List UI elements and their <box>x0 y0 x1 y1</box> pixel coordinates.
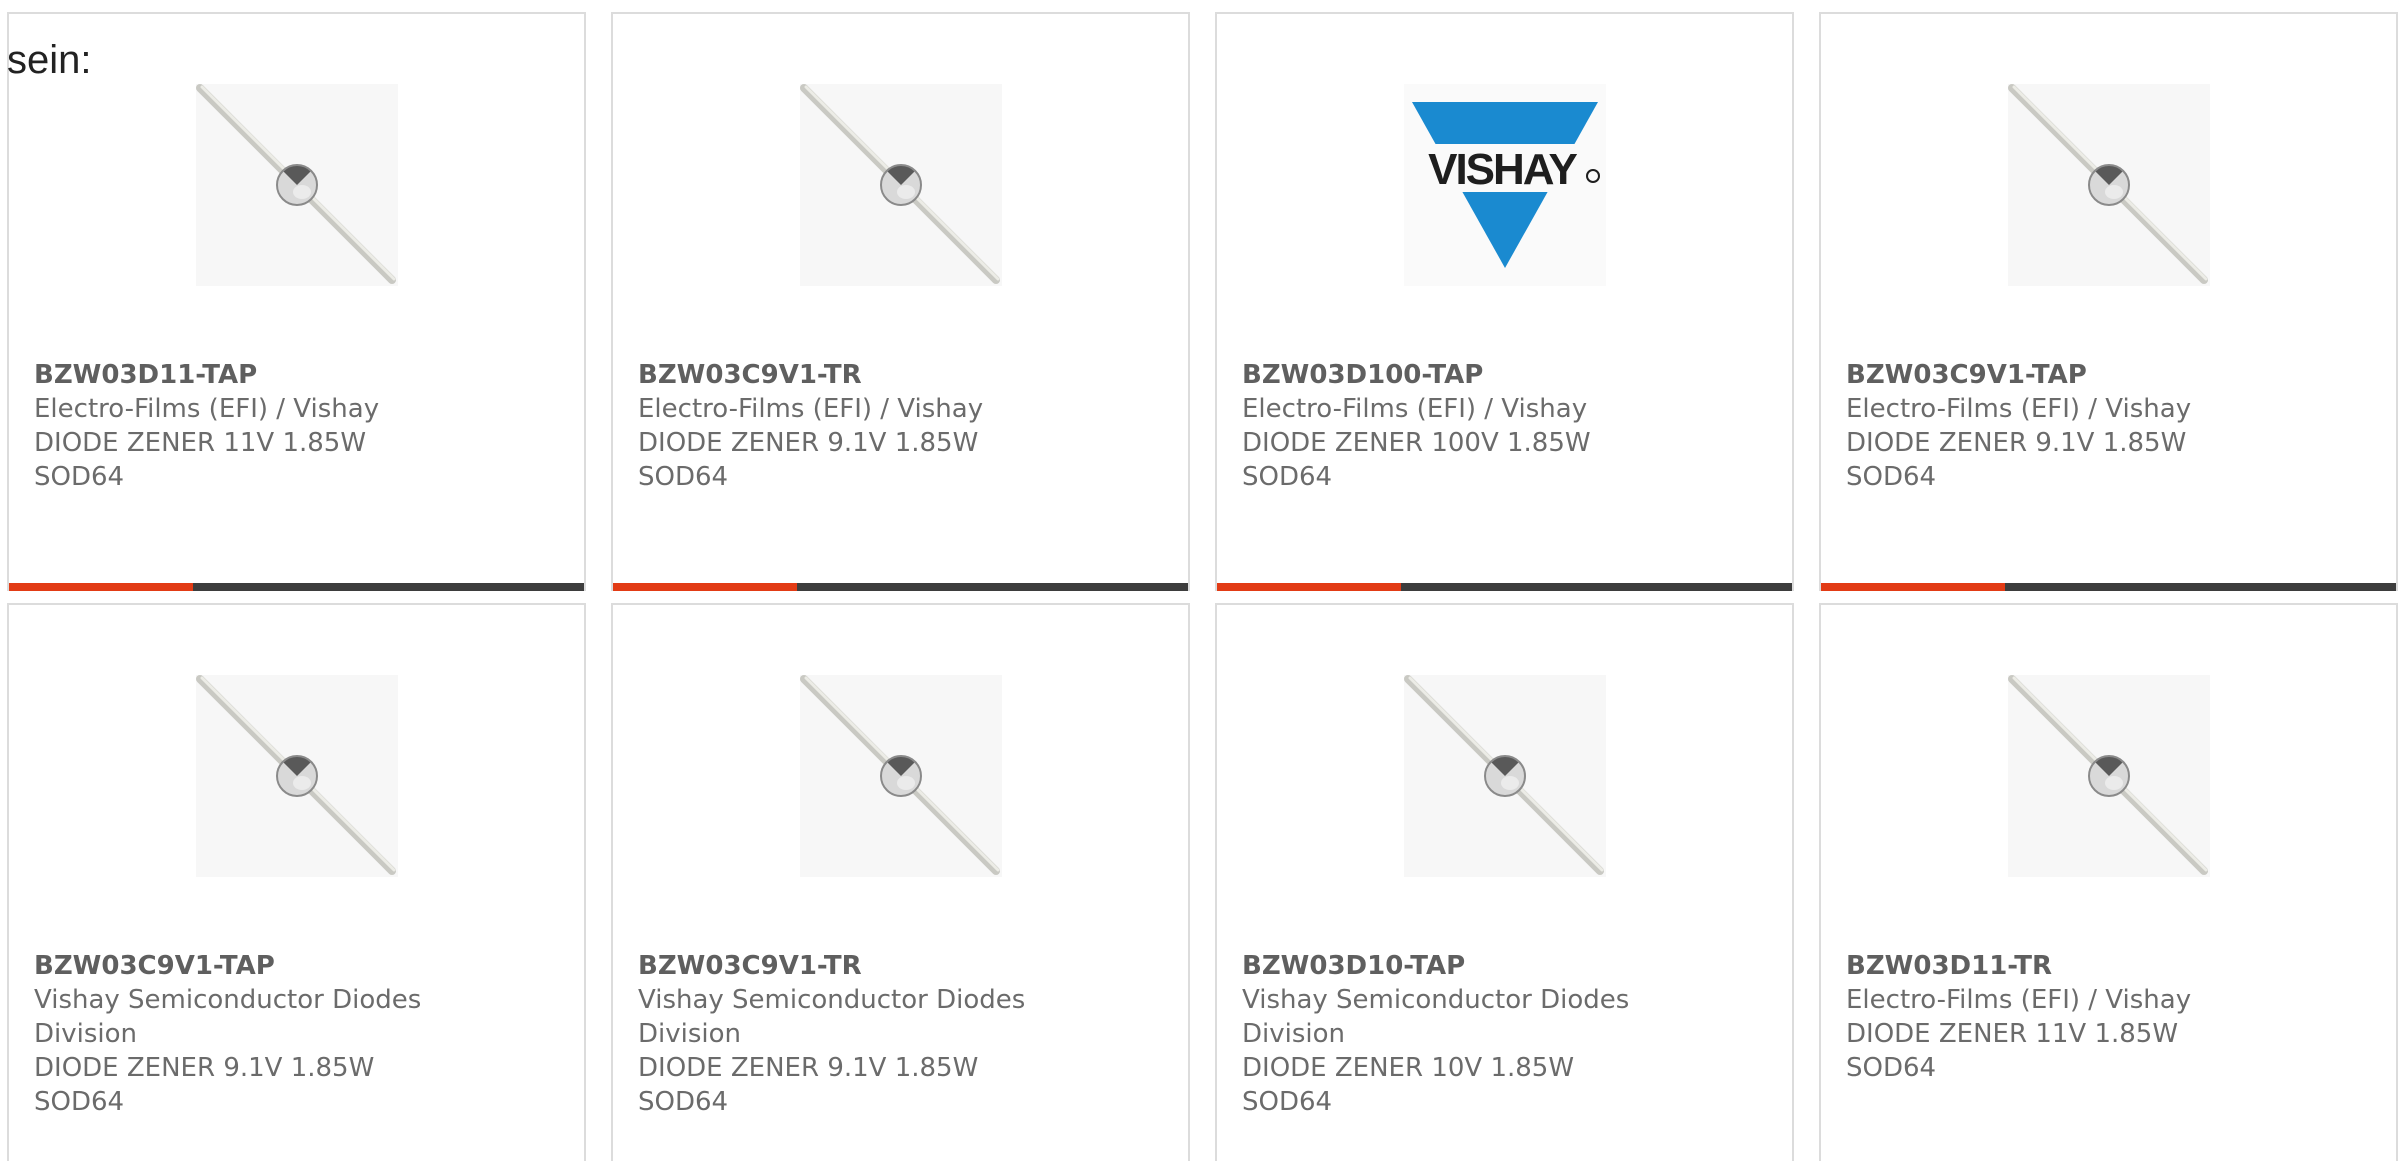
product-description: DIODE ZENER 9.1V 1.85W SOD64 <box>1846 428 2187 492</box>
diode-image[interactable] <box>800 84 1002 286</box>
product-description: DIODE ZENER 11V 1.85W SOD64 <box>34 428 367 492</box>
manufacturer: Vishay Semiconductor Diodes Division <box>34 985 422 1049</box>
diode-image[interactable] <box>800 675 1002 877</box>
product-card[interactable]: BZW03D10-TAP Vishay Semiconductor Diodes … <box>1215 603 1794 1161</box>
product-card[interactable]: BZW03C9V1-TAP Vishay Semiconductor Diodes… <box>7 603 586 1161</box>
diode-icon <box>2008 675 2208 875</box>
part-number[interactable]: BZW03D11-TAP <box>34 358 434 392</box>
manufacturer: Vishay Semiconductor Diodes Division <box>638 985 1026 1049</box>
part-number[interactable]: BZW03C9V1-TR <box>638 949 1038 983</box>
manufacturer: Vishay Semiconductor Diodes Division <box>1242 985 1630 1049</box>
diode-image[interactable] <box>2008 84 2210 286</box>
product-info: BZW03C9V1-TR Electro-Films (EFI) / Vishay… <box>638 358 1038 494</box>
manufacturer: Electro-Films (EFI) / Vishay <box>34 394 380 424</box>
vishay-logo-icon: VISHAY <box>1404 102 1606 268</box>
progress-bar-fill <box>1217 583 1401 591</box>
part-number[interactable]: BZW03D11-TR <box>1846 949 2246 983</box>
manufacturer: Electro-Films (EFI) / Vishay <box>1242 394 1588 424</box>
diode-icon <box>196 675 396 875</box>
manufacturer: Electro-Films (EFI) / Vishay <box>1846 394 2192 424</box>
progress-bar <box>1821 583 2396 591</box>
product-info: BZW03C9V1-TAP Electro-Films (EFI) / Visha… <box>1846 358 2246 494</box>
product-card[interactable]: BZW03D11-TR Electro-Films (EFI) / Vishay D… <box>1819 603 2398 1161</box>
diode-image[interactable] <box>196 675 398 877</box>
product-info: BZW03D11-TR Electro-Films (EFI) / Vishay D… <box>1846 949 2246 1085</box>
progress-bar <box>1217 583 1792 591</box>
part-number[interactable]: BZW03C9V1-TR <box>638 358 1038 392</box>
product-description: DIODE ZENER 100V 1.85W SOD64 <box>1242 428 1591 492</box>
progress-bar-fill <box>613 583 797 591</box>
product-description: DIODE ZENER 9.1V 1.85W SOD64 <box>638 428 979 492</box>
manufacturer: Electro-Films (EFI) / Vishay <box>638 394 984 424</box>
diode-image[interactable] <box>2008 675 2210 877</box>
product-card[interactable]: BZW03C9V1-TR Vishay Semiconductor Diodes … <box>611 603 1190 1161</box>
product-description: DIODE ZENER 9.1V 1.85W SOD64 <box>638 1053 979 1117</box>
svg-text:VISHAY: VISHAY <box>1428 145 1577 194</box>
vishay-logo-image[interactable]: VISHAY <box>1404 84 1606 286</box>
intro-text: sein: <box>7 38 92 82</box>
progress-bar <box>9 583 584 591</box>
product-info: BZW03C9V1-TR Vishay Semiconductor Diodes … <box>638 949 1038 1119</box>
part-number[interactable]: BZW03C9V1-TAP <box>34 949 434 983</box>
product-card[interactable]: BZW03D11-TAP Electro-Films (EFI) / Vishay… <box>7 12 586 591</box>
product-info: BZW03D10-TAP Vishay Semiconductor Diodes … <box>1242 949 1642 1119</box>
diode-icon <box>1404 675 1604 875</box>
page: sein: BZW03D11-TAP Electro-Films (EFI) / … <box>0 0 2400 1161</box>
product-grid: BZW03D11-TAP Electro-Films (EFI) / Vishay… <box>7 12 2398 1161</box>
part-number[interactable]: BZW03C9V1-TAP <box>1846 358 2246 392</box>
product-description: DIODE ZENER 9.1V 1.85W SOD64 <box>34 1053 375 1117</box>
product-card[interactable]: VISHAY BZW03D100-TAP Electro-Films (EFI) … <box>1215 12 1794 591</box>
diode-icon <box>2008 84 2208 284</box>
diode-image[interactable] <box>1404 675 1606 877</box>
part-number[interactable]: BZW03D10-TAP <box>1242 949 1642 983</box>
manufacturer: Electro-Films (EFI) / Vishay <box>1846 985 2192 1015</box>
product-info: BZW03C9V1-TAP Vishay Semiconductor Diodes… <box>34 949 434 1119</box>
diode-icon <box>800 675 1000 875</box>
diode-icon <box>800 84 1000 284</box>
product-card[interactable]: BZW03C9V1-TR Electro-Films (EFI) / Vishay… <box>611 12 1190 591</box>
diode-image[interactable] <box>196 84 398 286</box>
product-info: BZW03D11-TAP Electro-Films (EFI) / Vishay… <box>34 358 434 494</box>
progress-bar-fill <box>1821 583 2005 591</box>
part-number[interactable]: BZW03D100-TAP <box>1242 358 1642 392</box>
product-description: DIODE ZENER 10V 1.85W SOD64 <box>1242 1053 1575 1117</box>
progress-bar-fill <box>9 583 193 591</box>
diode-icon <box>196 84 396 284</box>
product-info: BZW03D100-TAP Electro-Films (EFI) / Visha… <box>1242 358 1642 494</box>
progress-bar <box>613 583 1188 591</box>
product-card[interactable]: BZW03C9V1-TAP Electro-Films (EFI) / Visha… <box>1819 12 2398 591</box>
product-description: DIODE ZENER 11V 1.85W SOD64 <box>1846 1019 2179 1083</box>
